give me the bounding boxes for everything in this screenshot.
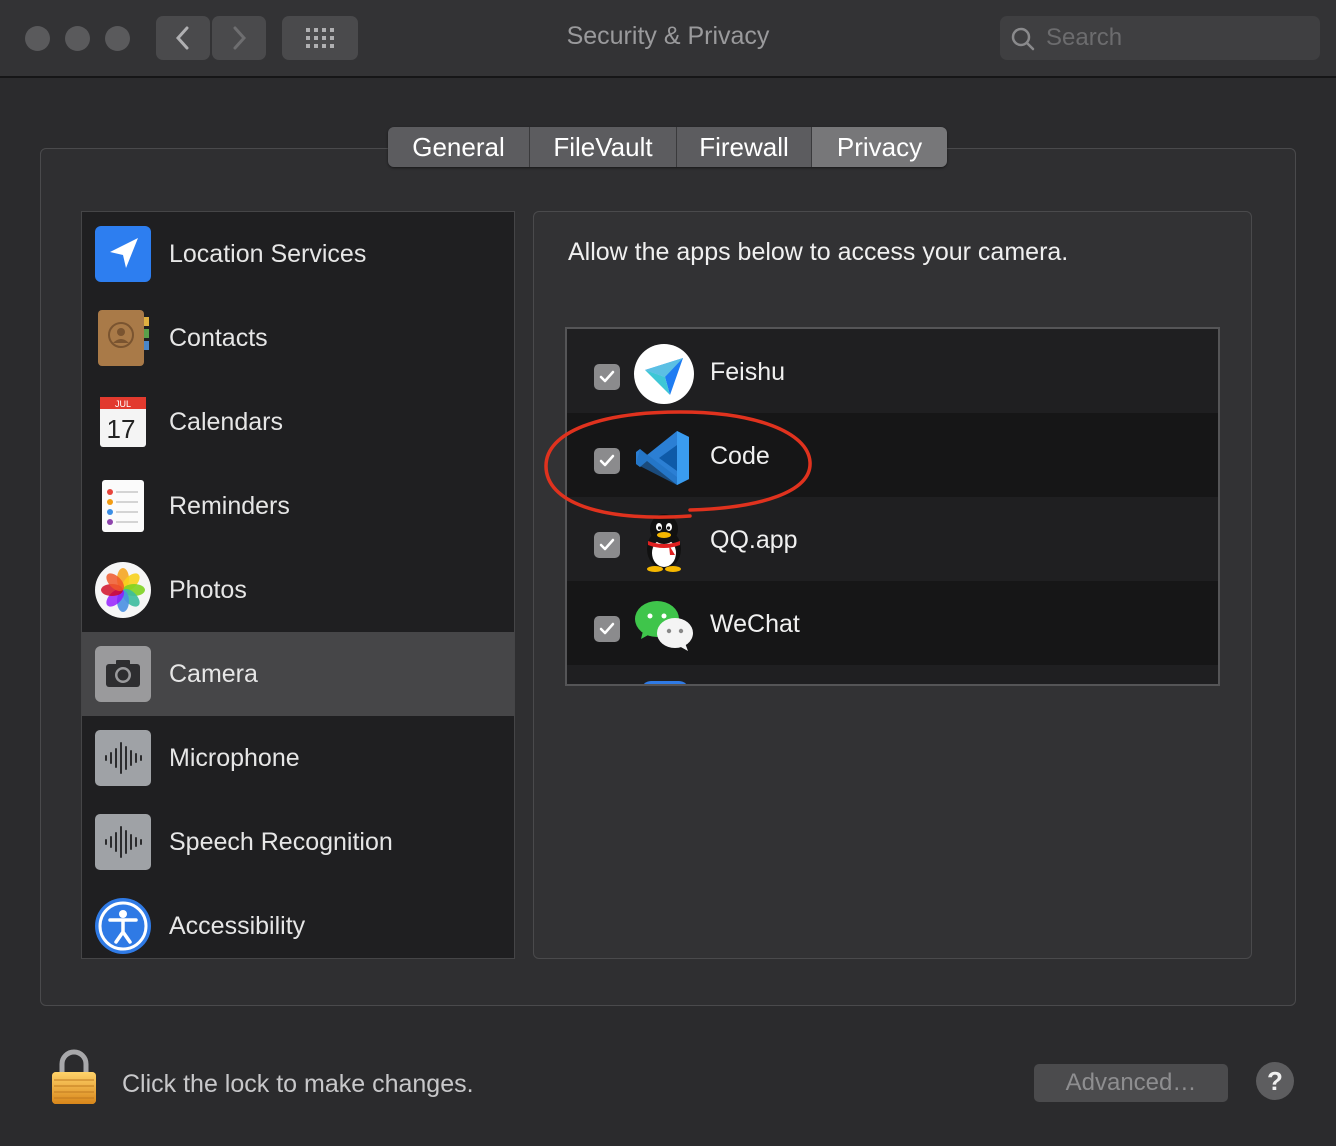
calendar-icon: JUL 17 xyxy=(100,397,146,447)
calendar-icon-month: JUL xyxy=(115,399,131,409)
sidebar-item-label: Photos xyxy=(169,575,247,604)
sidebar-item-label: Accessibility xyxy=(169,911,306,940)
sidebar-item-label: Camera xyxy=(169,659,258,688)
photos-icon xyxy=(95,562,151,618)
camera-access-description: Allow the apps below to access your came… xyxy=(568,238,1069,266)
search-icon xyxy=(1011,27,1035,51)
advanced-button[interactable]: Advanced… xyxy=(1034,1064,1228,1102)
feishu-checkbox[interactable] xyxy=(594,364,620,390)
search-field[interactable]: Search xyxy=(1000,16,1320,60)
contacts-icon xyxy=(98,310,149,366)
sidebar-item-microphone[interactable]: Microphone xyxy=(82,716,514,800)
speech-recognition-icon xyxy=(95,814,151,870)
sidebar-item-accessibility[interactable]: Accessibility xyxy=(82,884,514,968)
microphone-icon xyxy=(95,730,151,786)
checkmark-icon xyxy=(599,538,615,551)
sidebar-item-camera[interactable]: Camera xyxy=(82,632,514,716)
app-name: Feishu xyxy=(710,358,786,386)
wechat-icon xyxy=(635,601,693,651)
tab-filevault[interactable]: FileVault xyxy=(530,127,677,167)
camera-icon xyxy=(95,646,151,702)
search-placeholder: Search xyxy=(1046,24,1123,51)
help-button[interactable]: ? xyxy=(1256,1062,1294,1100)
tab-general[interactable]: General xyxy=(388,127,530,167)
reminders-icon xyxy=(102,480,144,532)
title-bar: Security & Privacy Search xyxy=(0,0,1336,78)
sidebar-item-label: Calendars xyxy=(169,407,283,436)
annotation-circle xyxy=(544,410,812,519)
partial-app-icon xyxy=(641,681,689,684)
sidebar-item-label: Contacts xyxy=(169,323,268,352)
app-row-feishu[interactable]: Feishu xyxy=(567,329,1218,413)
location-icon xyxy=(95,226,151,282)
wechat-checkbox[interactable] xyxy=(594,616,620,642)
feishu-icon xyxy=(634,344,694,404)
sidebar-item-calendars[interactable]: JUL 17 Calendars xyxy=(82,380,514,464)
tab-bar: General FileVault Firewall Privacy xyxy=(388,127,947,167)
lock-message: Click the lock to make changes. xyxy=(122,1070,474,1098)
sidebar-item-reminders[interactable]: Reminders xyxy=(82,464,514,548)
calendar-icon-day: 17 xyxy=(107,414,136,444)
lock-icon[interactable] xyxy=(50,1048,98,1106)
app-row-wechat[interactable]: WeChat xyxy=(567,581,1218,665)
tab-firewall[interactable]: Firewall xyxy=(677,127,812,167)
sidebar-item-photos[interactable]: Photos xyxy=(82,548,514,632)
sidebar-item-label: Reminders xyxy=(169,491,290,520)
sidebar-item-label: Location Services xyxy=(169,239,367,268)
sidebar-item-label: Microphone xyxy=(169,743,300,772)
app-name: QQ.app xyxy=(710,526,798,554)
sidebar-item-speech-recognition[interactable]: Speech Recognition xyxy=(82,800,514,884)
tab-privacy[interactable]: Privacy xyxy=(812,127,947,167)
app-name: WeChat xyxy=(710,610,800,638)
sidebar-item-contacts[interactable]: Contacts xyxy=(82,296,514,380)
qq-checkbox[interactable] xyxy=(594,532,620,558)
accessibility-icon xyxy=(95,898,151,954)
sidebar-item-location-services[interactable]: Location Services xyxy=(82,212,514,296)
checkmark-icon xyxy=(599,370,615,383)
app-row-partial xyxy=(567,665,1218,684)
sidebar-item-label: Speech Recognition xyxy=(169,827,393,856)
privacy-category-list[interactable]: Location Services Contacts JUL 17 Calenda… xyxy=(81,211,515,959)
checkmark-icon xyxy=(599,622,615,635)
